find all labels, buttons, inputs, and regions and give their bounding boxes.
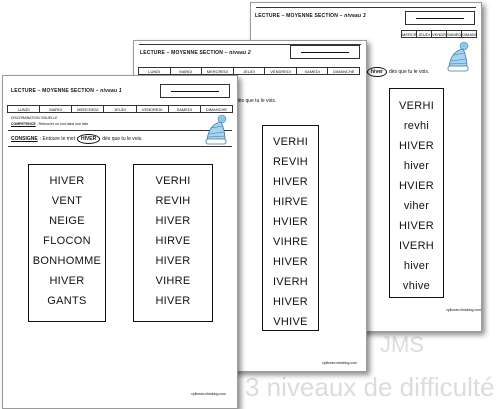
sheet1-discrimination: DISCRIMINATION VISUELLE (11, 116, 58, 120)
sheet3-date-box (405, 11, 475, 25)
word: HIVER (272, 256, 309, 268)
word: HIVER (49, 275, 85, 287)
sheet3-footer: vplilosec.eklablog.com (446, 308, 482, 312)
word: HIVER (49, 175, 85, 187)
word: HIVER (398, 220, 435, 232)
word: HIVER (155, 215, 191, 227)
worksheet-level-1: LECTURE – MOYENNE SECTION – niveau 1 LUN… (2, 75, 238, 409)
caption-jms: JMS (380, 332, 424, 357)
sheet1-footer: vplilosec.eklablog.com (191, 392, 227, 396)
word: GANTS (47, 295, 87, 307)
sheet3-instruction: hiver dès que tu le vois. (367, 67, 429, 77)
sheet1-consigne: CONSIGNE : Entoure le mot HIVER dès que … (11, 134, 143, 144)
word: VERHI (155, 175, 191, 187)
sheet1-word-box-2: VERHI REVIH HIVER HIRVE HIVER VIHRE HIVE… (133, 164, 213, 322)
word: VENT (51, 195, 83, 207)
sheet2-date-box (290, 45, 360, 59)
word: vhive (402, 280, 431, 292)
word: hiver (403, 260, 430, 272)
word: HIVER (272, 296, 309, 308)
word: HIVER (155, 255, 191, 267)
sheet1-word-box-1: HIVER VENT NEIGE FLOCON BONHOMME HIVER G… (28, 164, 106, 322)
word: HIRVE (155, 235, 191, 247)
sheet1-date-box (160, 84, 230, 98)
word: REVIH (155, 195, 191, 207)
word: HIVER (398, 140, 435, 152)
sheet1-circled-word: HIVER (76, 134, 101, 144)
word: VIHRE (272, 236, 309, 248)
word: REVIH (272, 156, 309, 168)
sheet1-days-row: LUNDI MARDI MERCREDI JEUDI VENDREDI SAMEDI DIM… (7, 105, 233, 113)
sheet2-word-box: VERHI REVIH HIVER HIRVE HVIER VIHRE HIVE… (262, 125, 319, 331)
word: HIVER (155, 295, 191, 307)
sheet3-title: LECTURE – MOYENNE SECTION – niveau 3 (255, 13, 366, 19)
sheet3-days-row: MERCREDIJEUDIVENDREDISAMEDIDIMANCHE (401, 30, 477, 38)
word: viher (403, 200, 430, 212)
winter-hat-icon (205, 114, 227, 145)
sheet1-title: LECTURE – MOYENNE SECTION – niveau 1 (11, 88, 122, 94)
word: revhi (403, 120, 430, 132)
word: HIRVE (273, 196, 308, 208)
word: HVIER (272, 216, 309, 228)
word: HVIER (398, 180, 435, 192)
sheet2-instruction: dès que tu le vois. (236, 98, 277, 104)
word: hiver (403, 160, 430, 172)
word: IVERH (272, 276, 309, 288)
sheet1-competence: COMPETENCE : Retrouver un mot dans une l… (11, 122, 89, 126)
word: FLOCON (43, 235, 91, 247)
sheet3-circled-word: hiver (367, 67, 387, 77)
sheet2-title: LECTURE – MOYENNE SECTION – niveau 2 (140, 50, 251, 56)
word: VERHI (398, 100, 435, 112)
word: HIVER (272, 176, 309, 188)
sheet3-word-box: VERHI revhi HIVER hiver HVIER viher HIVE… (389, 88, 444, 298)
word: IVERH (398, 240, 435, 252)
word: VERHI (272, 136, 309, 148)
sheet2-footer: vplilosec.eklablog.com (322, 361, 358, 365)
word: VHIVE (273, 316, 308, 328)
word: NEIGE (49, 215, 85, 227)
word: BONHOMME (32, 255, 102, 267)
winter-hat-icon (447, 41, 469, 72)
word: VIHRE (155, 275, 191, 287)
caption-levels: 3 niveaux de difficulté (245, 372, 495, 402)
sheet2-days-row: LUNDI MARDI MERCREDI JEUDI VENDREDI SAMEDI DIM… (138, 67, 360, 75)
